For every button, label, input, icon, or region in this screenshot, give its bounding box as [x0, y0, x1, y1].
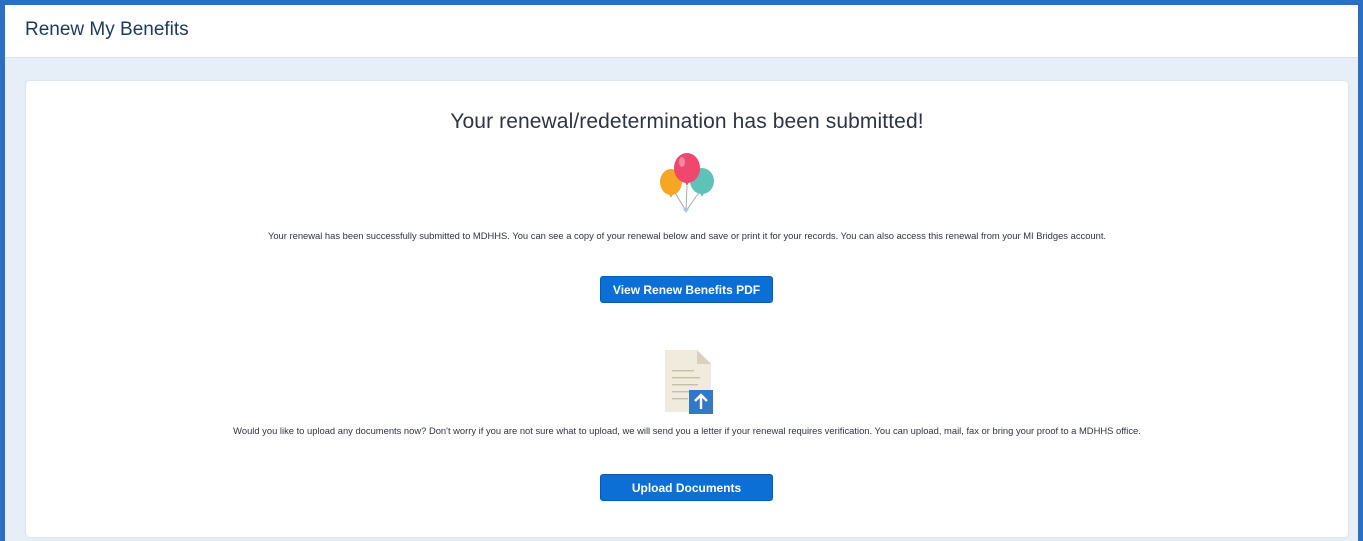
balloons-icon [660, 153, 714, 213]
upload-message: Would you like to upload any documents n… [233, 425, 1141, 436]
app-frame: Renew My Benefits Your renewal/redetermi… [0, 0, 1363, 541]
view-renew-benefits-pdf-button[interactable]: View Renew Benefits PDF [600, 276, 773, 303]
submitted-message: Your renewal has been successfully submi… [267, 230, 1107, 241]
document-upload-icon [665, 350, 713, 414]
page-header: Renew My Benefits [5, 5, 1358, 58]
page-title: Renew My Benefits [25, 19, 189, 40]
upload-documents-button[interactable]: Upload Documents [600, 474, 773, 501]
confirmation-card: Your renewal/redetermination has been su… [26, 81, 1348, 537]
confirmation-headline: Your renewal/redetermination has been su… [450, 110, 924, 133]
